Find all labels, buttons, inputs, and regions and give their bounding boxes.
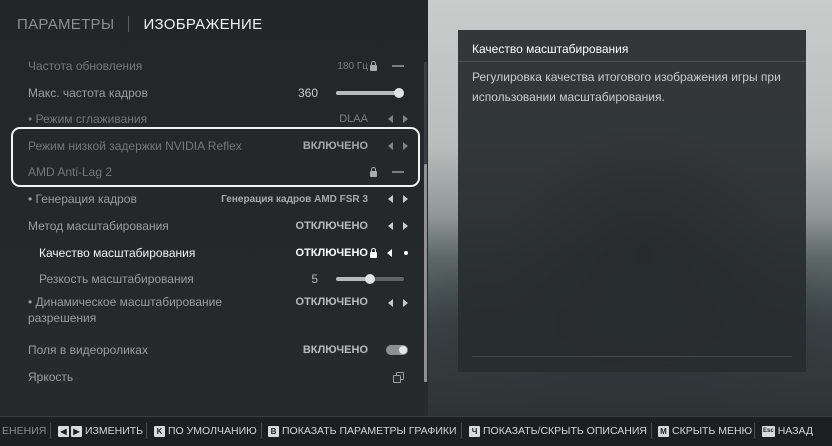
setting-refresh-rate[interactable]: Частота обновления 180 Гц — [0, 53, 418, 79]
setting-frame-generation[interactable]: • Генерация кадров Генерация кадров AMD … — [0, 186, 418, 212]
setting-value: ВКЛЮЧЕНО — [302, 344, 368, 356]
key-icon: K — [154, 425, 165, 437]
setting-label-line2: разрешения — [28, 311, 97, 325]
setting-label: Яркость — [28, 370, 74, 384]
toggle-knob — [399, 346, 407, 354]
setting-value: 5 — [311, 272, 318, 286]
key-icon: M — [658, 425, 669, 437]
scrollbar-thumb[interactable] — [424, 164, 427, 382]
hint-divider — [461, 423, 462, 439]
hint-divider — [261, 423, 262, 439]
setting-label: Поля в видеороликах — [28, 343, 148, 357]
arrow-right-icon[interactable] — [403, 299, 408, 307]
toggle-icon[interactable] — [386, 345, 408, 355]
value-arrows[interactable] — [388, 115, 408, 123]
hint-truncated: ЕНЕНИЯ — [2, 425, 46, 437]
setting-label: • Динамическое масштабирование разрешени… — [28, 294, 222, 326]
hint-label: ПОКАЗАТЬ/СКРЫТЬ ОПИСАНИЯ — [483, 425, 648, 437]
control-hints-bar: ЕНЕНИЯ ◀ ▶ ИЗМЕНИТЬ K ПО УМОЛЧАНИЮ B ПОК… — [0, 416, 832, 446]
tab-bar: ПАРАМЕТРЫ ИЗОБРАЖЕНИЕ — [17, 13, 262, 35]
arrow-right-icon[interactable] — [403, 115, 408, 123]
arrow-right-icon[interactable] — [403, 222, 408, 230]
setting-label: Макс. частота кадров — [28, 86, 148, 100]
slider-knob[interactable] — [394, 88, 404, 98]
tab-divider — [128, 16, 130, 32]
setting-label: Метод масштабирования — [28, 219, 169, 233]
lock-icon — [370, 248, 377, 258]
key-icon: Ч — [469, 425, 480, 437]
setting-value: Генерация кадров AMD FSR 3 — [221, 193, 368, 205]
description-bottom-divider — [472, 356, 792, 357]
value-arrows[interactable] — [388, 222, 408, 230]
setting-label: • Режим сглаживания — [28, 112, 148, 126]
arrow-left-icon[interactable] — [387, 249, 392, 257]
lock-icon — [370, 61, 377, 71]
key-left-icon: ◀ — [58, 425, 69, 437]
tab-image[interactable]: ИЗОБРАЖЕНИЕ — [143, 16, 262, 33]
key-icon: B — [268, 425, 279, 437]
hint-change[interactable]: ◀ ▶ ИЗМЕНИТЬ — [58, 425, 143, 437]
dot-icon — [404, 251, 408, 255]
setting-label-line1: • Динамическое масштабирование — [28, 295, 223, 309]
setting-upscaling-sharpness[interactable]: Резкость масштабирования 5 — [0, 266, 418, 292]
setting-dynamic-resolution[interactable]: • Динамическое масштабирование разрешени… — [0, 293, 418, 327]
setting-upscaling-method[interactable]: Метод масштабирования ОТКЛЮЧЕНО — [0, 213, 418, 239]
setting-value: DLAA — [339, 113, 368, 125]
description-body: Регулировка качества итогового изображен… — [472, 70, 781, 104]
setting-value: ОТКЛЮЧЕНО — [295, 296, 368, 308]
setting-cinematic-bars[interactable]: Поля в видеороликах ВКЛЮЧЕНО — [0, 337, 418, 363]
setting-value: 180 Гц — [337, 60, 368, 72]
hint-show-graphics[interactable]: B ПОКАЗАТЬ ПАРАМЕТРЫ ГРАФИКИ — [268, 425, 457, 437]
description-panel: Качество масштабирования Регулировка кач… — [458, 30, 806, 372]
hint-divider — [146, 423, 147, 439]
key-esc-icon: Esc — [762, 425, 775, 437]
hint-hide-menu[interactable]: M СКРЫТЬ МЕНЮ — [658, 425, 752, 437]
arrow-left-icon[interactable] — [388, 299, 393, 307]
sharpness-slider[interactable] — [336, 274, 404, 284]
setting-value: ОТКЛЮЧЕНО — [295, 247, 368, 259]
setting-label: • Генерация кадров — [28, 192, 137, 206]
dash-icon — [392, 65, 404, 67]
arrow-left-icon[interactable] — [388, 195, 393, 203]
setting-label: Частота обновления — [28, 59, 143, 73]
hint-divider — [651, 423, 652, 439]
value-arrows[interactable] — [387, 249, 408, 257]
hint-label: НАЗАД — [777, 425, 813, 437]
key-right-icon: ▶ — [71, 425, 82, 437]
setting-brightness[interactable]: Яркость — [0, 364, 418, 390]
copy-icon[interactable] — [393, 371, 404, 383]
slider-knob[interactable] — [365, 274, 375, 284]
hint-label: СКРЫТЬ МЕНЮ — [672, 425, 753, 437]
arrow-left-icon[interactable] — [388, 222, 393, 230]
settings-scrollbar[interactable] — [424, 62, 427, 382]
setting-upscaling-quality[interactable]: Качество масштабирования ОТКЛЮЧЕНО — [0, 240, 418, 266]
settings-panel: ПАРАМЕТРЫ ИЗОБРАЖЕНИЕ Частота обновления… — [0, 0, 428, 416]
arrow-left-icon[interactable] — [388, 115, 393, 123]
focus-highlight-frame — [11, 127, 420, 187]
tab-parameters[interactable]: ПАРАМЕТРЫ — [17, 16, 114, 33]
hint-toggle-descriptions[interactable]: Ч ПОКАЗАТЬ/СКРЫТЬ ОПИСАНИЯ — [469, 425, 647, 437]
setting-label: Качество масштабирования — [39, 246, 196, 260]
setting-value: ОТКЛЮЧЕНО — [295, 220, 368, 232]
value-arrows[interactable] — [388, 195, 408, 203]
value-arrows[interactable] — [388, 299, 408, 307]
setting-value: 360 — [297, 86, 318, 100]
copy-icon-front — [393, 374, 401, 383]
hint-divider — [754, 423, 755, 439]
setting-max-fps[interactable]: Макс. частота кадров 360 — [0, 80, 418, 106]
description-title: Качество масштабирования — [472, 42, 629, 56]
hint-label: ПО УМОЛЧАНИЮ — [168, 425, 257, 437]
hint-label: ПОКАЗАТЬ ПАРАМЕТРЫ ГРАФИКИ — [282, 425, 457, 437]
max-fps-slider[interactable] — [336, 88, 404, 98]
hint-label: ИЗМЕНИТЬ — [85, 425, 144, 437]
description-divider — [458, 61, 806, 62]
hint-default[interactable]: K ПО УМОЛЧАНИЮ — [154, 425, 257, 437]
arrow-right-icon[interactable] — [403, 195, 408, 203]
hint-divider — [50, 423, 51, 439]
hint-label: ЕНЕНИЯ — [2, 425, 47, 437]
slider-fill — [336, 91, 399, 95]
setting-label: Резкость масштабирования — [39, 272, 194, 286]
hint-back[interactable]: Esc НАЗАД — [762, 425, 813, 437]
